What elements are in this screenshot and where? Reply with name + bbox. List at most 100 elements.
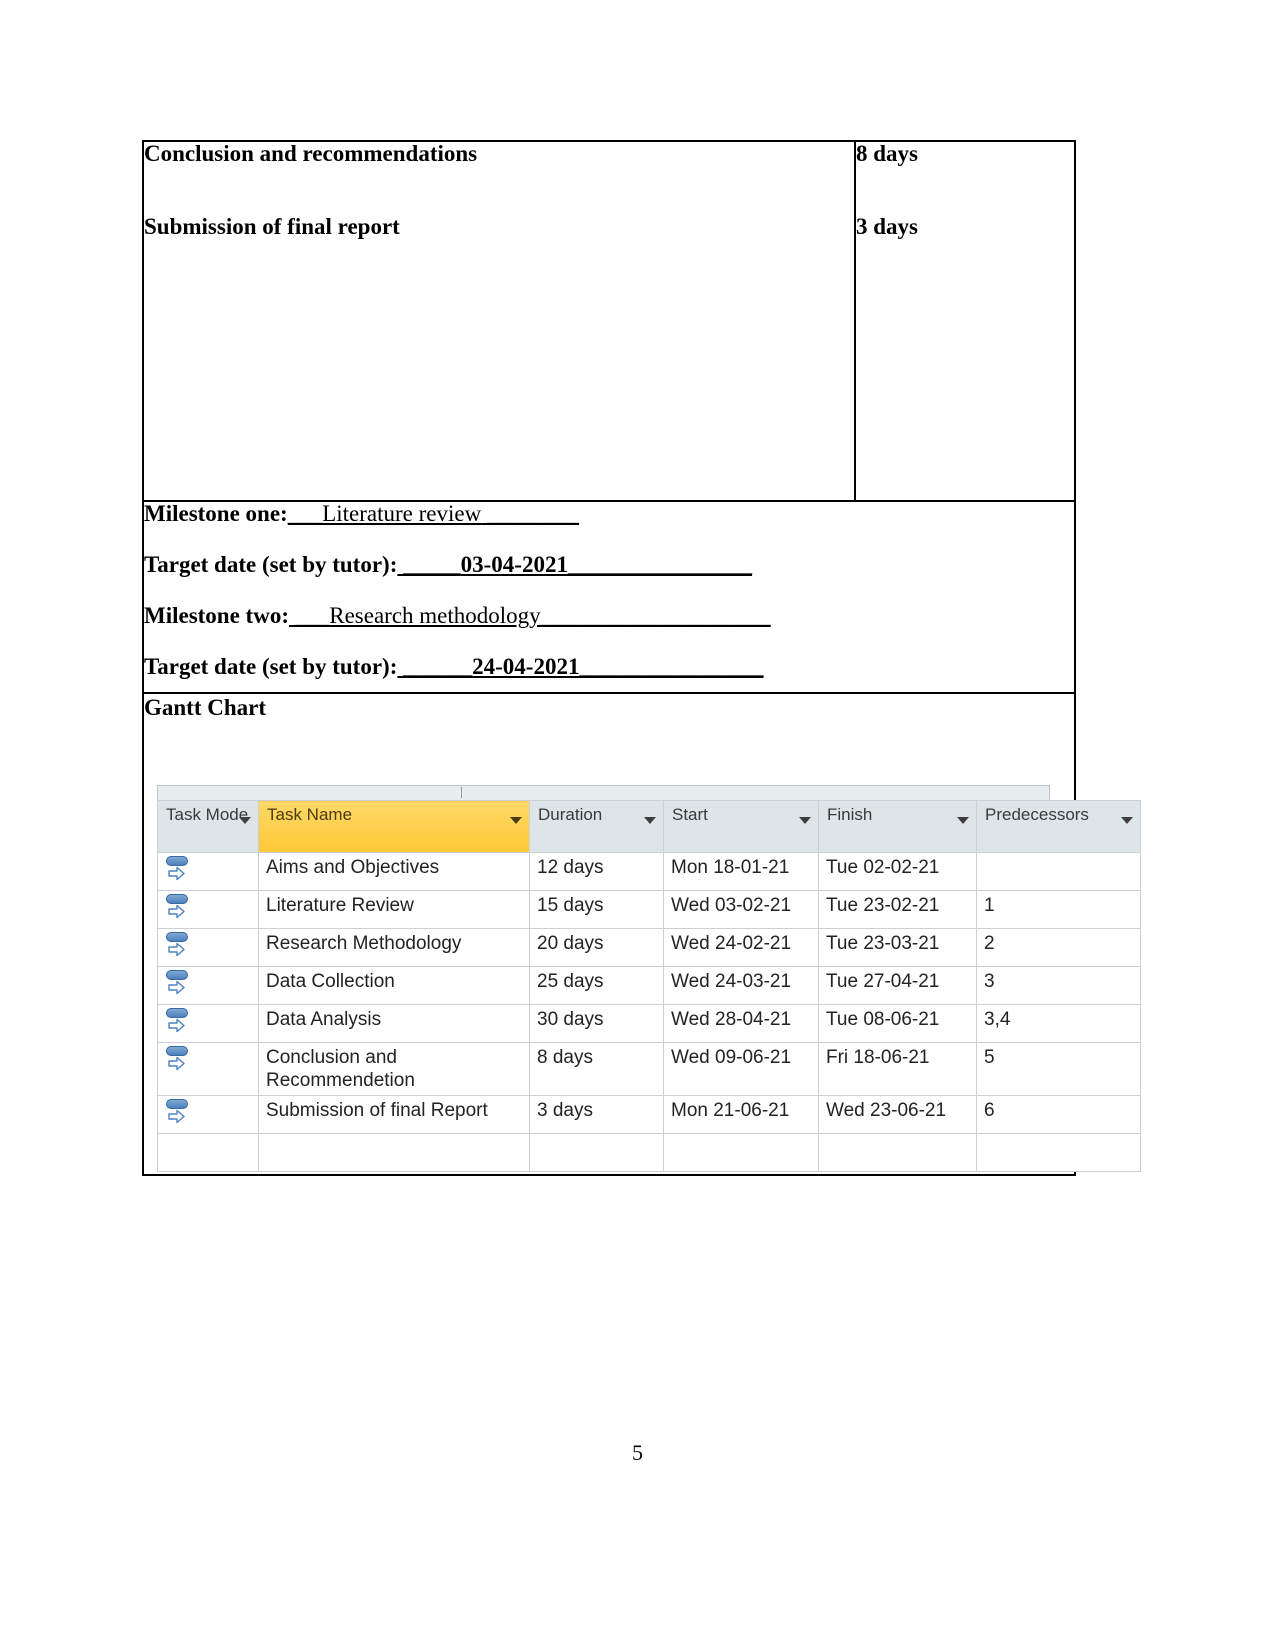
task-duration-cell[interactable]: 3 days [529,1095,664,1135]
task-mode-cell[interactable] [157,1004,259,1043]
task-finish-cell[interactable]: Tue 08-06-21 [818,1004,977,1043]
chevron-down-icon[interactable] [799,817,811,824]
task-predecessors-cell[interactable]: 2 [976,928,1141,967]
column-header-start[interactable]: Start [663,800,819,853]
table-row[interactable]: Aims and Objectives 12 days Mon 18-01-21… [157,852,1141,891]
arrow-right-icon [168,1056,185,1071]
timescale-bar [157,785,1050,800]
milestone-one-target-label: Target date (set by tutor): [144,552,398,577]
milestone-two-target-label: Target date (set by tutor): [144,654,398,679]
task-duration-cell[interactable]: 15 days [529,890,664,929]
column-header-task-mode[interactable]: Task Mode [157,800,259,853]
blank-cell [157,1133,259,1173]
task-mode-cell[interactable] [157,966,259,1005]
task-predecessors-cell[interactable]: 3,4 [976,1004,1141,1043]
task-name-cell[interactable]: Aims and Objectives [258,852,530,891]
milestone-two-value: Research methodology [329,603,541,628]
task-duration-1: 3 days [856,214,918,239]
milestone-two-target-lead-rule: ______ [397,654,473,679]
milestone-one-target-lead-rule: _____ [397,552,461,577]
milestone-one-target-value: 03-04-2021 [460,552,568,577]
task-finish-cell[interactable]: Tue 23-03-21 [818,928,977,967]
task-name-cell[interactable]: Data Analysis [258,1004,530,1043]
column-header-finish-label: Finish [827,805,873,824]
milestone-one-value: Literature review [322,501,482,526]
timescale-tick [461,787,462,798]
task-name-cell[interactable]: Data Collection [258,966,530,1005]
task-predecessors-cell[interactable]: 6 [976,1095,1141,1135]
blank-cell [529,1133,664,1173]
task-duration-cell[interactable]: 30 days [529,1004,664,1043]
task-predecessors-cell[interactable]: 5 [976,1041,1141,1097]
table-row[interactable]: Submission of final Report 3 days Mon 21… [157,1095,1141,1135]
task-finish-cell[interactable]: Wed 23-06-21 [818,1095,977,1135]
task-predecessors-cell[interactable] [976,852,1141,891]
task-mode-cell[interactable] [157,1095,259,1135]
milestone-one-lead-rule: ___ [287,501,323,526]
task-name-cell[interactable]: Research Methodology [258,928,530,967]
task-duration-cell[interactable]: 8 days [529,1041,664,1097]
task-name-cell[interactable]: Literature Review [258,890,530,929]
chevron-down-icon[interactable] [1121,817,1133,824]
task-start-cell[interactable]: Wed 09-06-21 [663,1041,819,1097]
task-start-cell[interactable]: Wed 28-04-21 [663,1004,819,1043]
arrow-right-icon [168,1110,185,1124]
task-finish-cell[interactable]: Tue 02-02-21 [818,852,977,891]
manually-scheduled-icon [165,894,191,922]
column-header-predecessors-label: Predecessors [985,805,1089,824]
chevron-down-icon[interactable] [510,817,522,824]
blank-cell [976,1133,1141,1173]
manually-scheduled-icon [165,856,191,884]
chevron-down-icon[interactable] [957,817,969,824]
column-header-task-name[interactable]: Task Name [258,800,530,853]
manually-scheduled-icon [165,1046,191,1074]
blank-cell [663,1133,819,1173]
chevron-down-icon[interactable] [239,817,251,824]
task-mode-cell[interactable] [157,852,259,891]
task-start-cell[interactable]: Wed 24-03-21 [663,966,819,1005]
task-name-cell[interactable]: Submission of final Report [258,1095,530,1135]
task-finish-cell[interactable]: Fri 18-06-21 [818,1041,977,1097]
task-start-cell[interactable]: Wed 24-02-21 [663,928,819,967]
task-duration-cell[interactable]: 20 days [529,928,664,967]
gantt-header-row: Task Mode Task Name Duration Start Finis… [157,800,1141,853]
column-header-finish[interactable]: Finish [818,800,977,853]
task-mode-cell[interactable] [157,928,259,967]
task-start-cell[interactable]: Mon 18-01-21 [663,852,819,891]
gantt-row: Gantt Chart Task Mode Task Name Duration… [142,692,1141,1176]
manually-scheduled-icon [165,932,191,960]
table-row[interactable]: Literature Review 15 days Wed 03-02-21 T… [157,890,1141,929]
task-start-cell[interactable]: Mon 21-06-21 [663,1095,819,1135]
table-row[interactable]: Data Collection 25 days Wed 24-03-21 Tue… [157,966,1141,1005]
arrow-right-icon [168,1018,185,1033]
task-summary-row: Conclusion and recommendations Submissio… [142,140,1076,502]
task-duration-cell[interactable]: 12 days [529,852,664,891]
task-mode-cell[interactable] [157,1041,259,1097]
column-header-predecessors[interactable]: Predecessors [976,800,1141,853]
blank-cell [818,1133,977,1173]
arrow-right-icon [168,980,185,995]
column-header-duration[interactable]: Duration [529,800,664,853]
task-predecessors-cell[interactable]: 1 [976,890,1141,929]
chevron-down-icon[interactable] [644,817,656,824]
task-name-0: Conclusion and recommendations [144,141,478,166]
project-plan-table: Conclusion and recommendations Submissio… [142,140,1141,1176]
milestone-one-trail-rule: ________ [481,501,579,526]
task-mode-cell[interactable] [157,890,259,929]
gantt-chart-heading: Gantt Chart [144,695,267,720]
table-row[interactable]: Research Methodology 20 days Wed 24-02-2… [157,928,1141,967]
milestones-row: Milestone one:___Literature review _____… [142,500,1076,694]
milestone-two-lead-rule: ___ [289,603,330,628]
task-duration-cell[interactable]: 25 days [529,966,664,1005]
milestone-one: Milestone one:___Literature review _____… [144,502,1074,525]
task-predecessors-cell[interactable]: 3 [976,966,1141,1005]
table-row[interactable]: Conclusion and Recommendetion 8 days Wed… [157,1041,1141,1097]
task-start-cell[interactable]: Wed 03-02-21 [663,890,819,929]
manually-scheduled-icon [165,1099,191,1127]
table-row-blank [157,1133,1141,1173]
task-finish-cell[interactable]: Tue 23-02-21 [818,890,977,929]
task-finish-cell[interactable]: Tue 27-04-21 [818,966,977,1005]
task-name-cell[interactable]: Conclusion and Recommendetion [258,1041,530,1097]
table-row[interactable]: Data Analysis 30 days Wed 28-04-21 Tue 0… [157,1004,1141,1043]
